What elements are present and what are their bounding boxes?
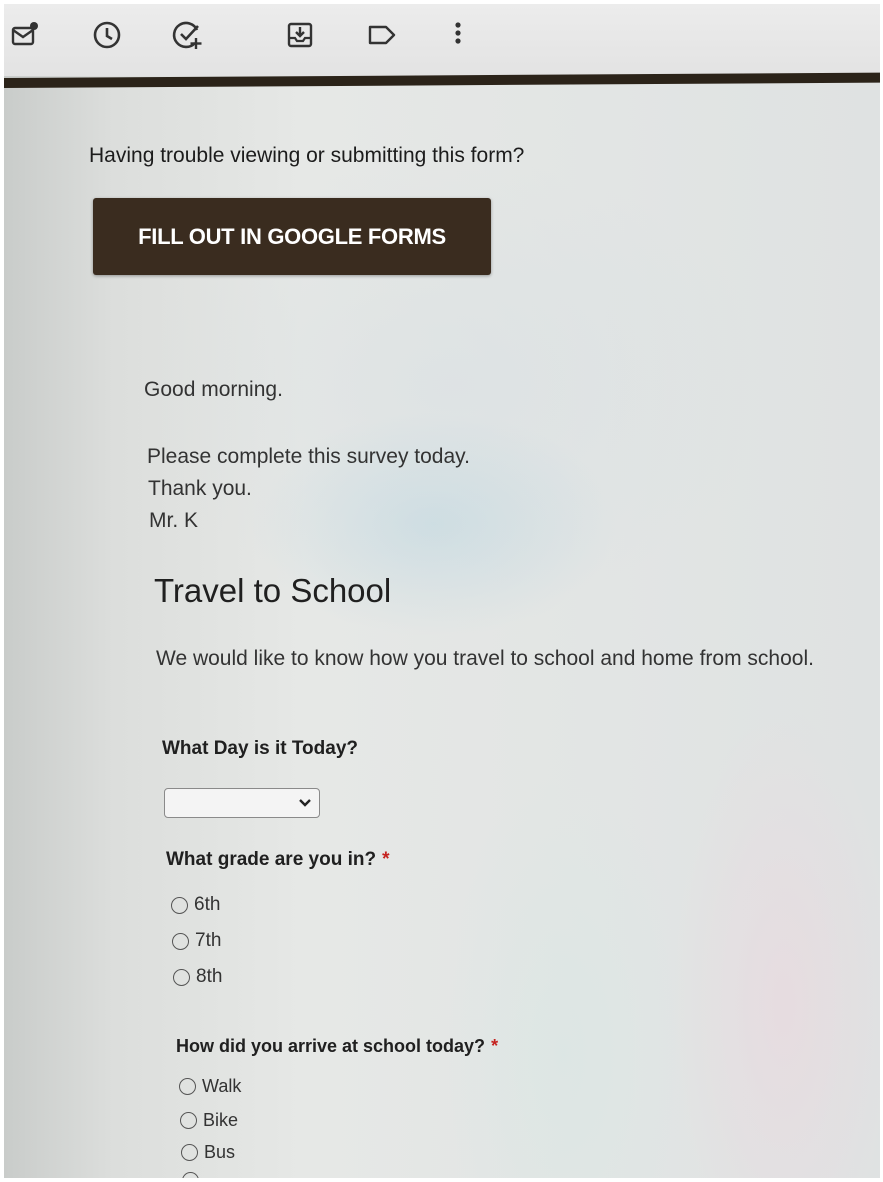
email-toolbar [4, 4, 880, 76]
grade-option-7th[interactable]: 7th [172, 930, 221, 952]
question-grade-label: What grade are you in? * [166, 849, 390, 871]
message-signature: Mr. K [149, 509, 199, 532]
radio-button[interactable] [181, 1144, 198, 1161]
radio-button[interactable] [172, 932, 189, 950]
more-vertical-icon[interactable] [441, 18, 475, 52]
fill-out-in-google-forms-button[interactable]: FILL OUT IN GOOGLE FORMS [93, 198, 491, 275]
grade-option-6th[interactable]: 6th [171, 894, 220, 916]
message-line-1: Please complete this survey today. [147, 445, 470, 468]
grade-option-label: 6th [194, 894, 221, 915]
arrival-option-label: Bus [204, 1142, 236, 1162]
screen: Having trouble viewing or submitting thi… [4, 4, 880, 1178]
message-line-2: Thank you. [148, 477, 252, 500]
arrival-option-label: Bike [203, 1110, 239, 1130]
question-grade-text: What grade are you in? [166, 849, 377, 870]
radio-button[interactable] [182, 1172, 199, 1178]
arrival-option-bus[interactable]: Bus [181, 1142, 235, 1163]
question-arrival-text: How did you arrive at school today? [176, 1036, 486, 1056]
grade-option-label: 7th [195, 930, 222, 951]
add-task-icon[interactable] [171, 18, 205, 52]
label-icon[interactable] [365, 18, 399, 52]
grade-option-label: 8th [196, 966, 223, 987]
radio-button[interactable] [180, 1112, 197, 1129]
message-greeting: Good morning. [144, 378, 283, 401]
required-asterisk: * [382, 849, 390, 870]
arrival-option-partial[interactable] [182, 1172, 205, 1178]
grade-option-8th[interactable]: 8th [173, 966, 222, 988]
radio-button[interactable] [179, 1078, 196, 1095]
mark-unread-icon[interactable] [8, 18, 42, 52]
question-day-label: What Day is it Today? [162, 738, 358, 760]
question-day-text: What Day is it Today? [162, 738, 359, 759]
section-title: Travel to School [154, 572, 392, 609]
day-dropdown[interactable] [164, 788, 320, 818]
snooze-icon[interactable] [90, 18, 124, 52]
arrival-option-bike[interactable]: Bike [180, 1110, 238, 1131]
arrival-option-walk[interactable]: Walk [179, 1076, 241, 1097]
required-asterisk: * [491, 1036, 499, 1056]
arrival-option-label: Walk [202, 1076, 242, 1096]
move-to-inbox-icon[interactable] [283, 18, 317, 52]
trouble-text: Having trouble viewing or submitting thi… [89, 144, 525, 167]
question-arrival-label: How did you arrive at school today? * [176, 1036, 498, 1057]
radio-button[interactable] [173, 968, 190, 986]
chevron-down-icon [297, 795, 313, 816]
radio-button[interactable] [171, 896, 188, 914]
section-description: We would like to know how you travel to … [156, 647, 814, 670]
